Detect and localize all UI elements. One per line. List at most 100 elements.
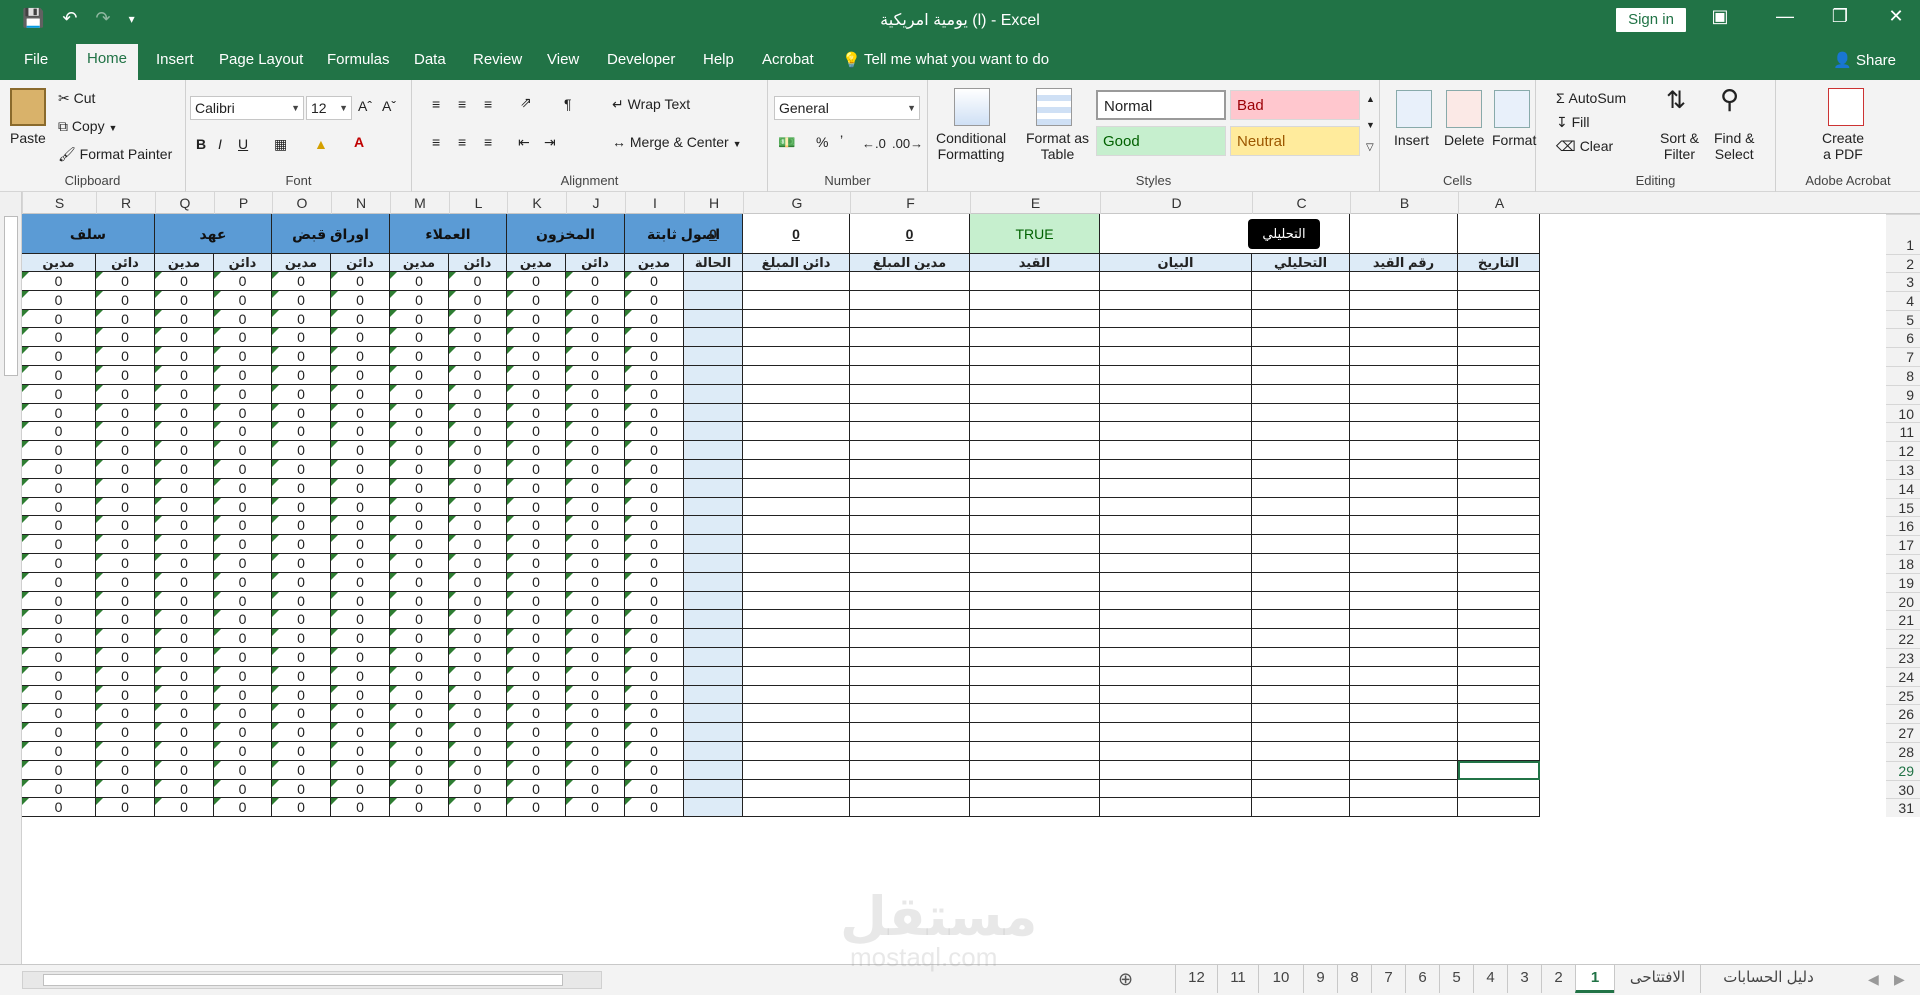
entry-cell[interactable] bbox=[850, 610, 970, 630]
amount-cell[interactable]: 0 bbox=[566, 798, 625, 818]
sheet-tab[interactable]: 2 bbox=[1541, 965, 1575, 993]
entry-cell[interactable] bbox=[1350, 347, 1458, 366]
amount-cell[interactable]: 0 bbox=[390, 666, 449, 686]
sheet-tab[interactable]: 7 bbox=[1371, 965, 1405, 993]
row-header[interactable]: 12 bbox=[1886, 441, 1920, 460]
amount-cell[interactable]: 0 bbox=[22, 685, 96, 705]
amount-cell[interactable]: 0 bbox=[22, 366, 96, 385]
tab-formulas[interactable]: Formulas bbox=[327, 51, 390, 68]
amount-cell[interactable]: 0 bbox=[625, 290, 684, 310]
group-header[interactable]: عهد bbox=[155, 214, 272, 254]
amount-cell[interactable]: 0 bbox=[507, 648, 566, 667]
column-header-I[interactable]: I bbox=[625, 192, 684, 214]
entry-cell[interactable] bbox=[1100, 554, 1252, 573]
amount-cell[interactable]: 0 bbox=[96, 272, 155, 291]
amount-cell[interactable]: 0 bbox=[96, 441, 155, 460]
style-bad[interactable]: Bad bbox=[1230, 90, 1360, 120]
amount-cell[interactable]: 0 bbox=[96, 723, 155, 742]
amount-cell[interactable]: 0 bbox=[155, 309, 214, 329]
amount-cell[interactable]: 0 bbox=[22, 290, 96, 310]
cell-A1[interactable] bbox=[1458, 214, 1540, 254]
amount-cell[interactable]: 0 bbox=[566, 666, 625, 686]
subheader-L[interactable]: دائن bbox=[449, 254, 507, 272]
entry-cell[interactable] bbox=[850, 366, 970, 385]
number-format-select[interactable]: General ▼ bbox=[774, 96, 920, 120]
amount-cell[interactable]: 0 bbox=[566, 309, 625, 329]
entry-cell[interactable] bbox=[970, 384, 1100, 404]
entry-cell[interactable] bbox=[1350, 779, 1458, 799]
entry-cell[interactable] bbox=[1252, 347, 1350, 366]
column-header-G[interactable]: G bbox=[743, 192, 850, 214]
entry-cell[interactable] bbox=[850, 478, 970, 498]
amount-cell[interactable]: 0 bbox=[214, 309, 272, 329]
amount-cell[interactable]: 0 bbox=[331, 535, 390, 554]
amount-cell[interactable]: 0 bbox=[566, 685, 625, 705]
entry-cell[interactable] bbox=[970, 422, 1100, 442]
row-header[interactable]: 5 bbox=[1886, 309, 1920, 329]
entry-cell[interactable] bbox=[1458, 704, 1540, 724]
tab-insert[interactable]: Insert bbox=[156, 51, 194, 68]
column-title-c[interactable]: التحليلي bbox=[1252, 254, 1350, 272]
amount-cell[interactable]: 0 bbox=[155, 535, 214, 554]
entry-cell[interactable] bbox=[1458, 779, 1540, 799]
amount-cell[interactable]: 0 bbox=[155, 460, 214, 479]
amount-cell[interactable]: 0 bbox=[390, 685, 449, 705]
entry-cell[interactable] bbox=[850, 704, 970, 724]
entry-cell[interactable] bbox=[970, 328, 1100, 348]
amount-cell[interactable]: 0 bbox=[331, 742, 390, 761]
entry-cell[interactable] bbox=[1350, 554, 1458, 573]
column-header-O[interactable]: O bbox=[272, 192, 331, 214]
amount-cell[interactable]: 0 bbox=[96, 366, 155, 385]
status-cell[interactable] bbox=[684, 272, 743, 291]
row-header[interactable]: 3 bbox=[1886, 272, 1920, 291]
entry-cell[interactable] bbox=[970, 441, 1100, 460]
cut-button[interactable]: ✂ Cut bbox=[58, 90, 95, 107]
amount-cell[interactable]: 0 bbox=[449, 535, 507, 554]
amount-cell[interactable]: 0 bbox=[214, 535, 272, 554]
amount-cell[interactable]: 0 bbox=[625, 384, 684, 404]
entry-cell[interactable] bbox=[1252, 478, 1350, 498]
amount-cell[interactable]: 0 bbox=[331, 384, 390, 404]
entry-cell[interactable] bbox=[850, 460, 970, 479]
amount-cell[interactable]: 0 bbox=[566, 591, 625, 611]
amount-cell[interactable]: 0 bbox=[96, 629, 155, 648]
entry-cell[interactable] bbox=[1458, 648, 1540, 667]
amount-cell[interactable]: 0 bbox=[507, 366, 566, 385]
amount-cell[interactable]: 0 bbox=[331, 723, 390, 742]
amount-cell[interactable]: 0 bbox=[390, 610, 449, 630]
tab-view[interactable]: View bbox=[547, 51, 579, 68]
amount-cell[interactable]: 0 bbox=[625, 704, 684, 724]
amount-cell[interactable]: 0 bbox=[625, 742, 684, 761]
entry-cell[interactable] bbox=[1458, 497, 1540, 517]
amount-cell[interactable]: 0 bbox=[155, 723, 214, 742]
column-title-f[interactable]: مدين المبلغ bbox=[850, 254, 970, 272]
entry-cell[interactable] bbox=[850, 272, 970, 291]
amount-cell[interactable]: 0 bbox=[96, 516, 155, 536]
entry-cell[interactable] bbox=[1252, 685, 1350, 705]
amount-cell[interactable]: 0 bbox=[272, 441, 331, 460]
entry-cell[interactable] bbox=[743, 366, 850, 385]
amount-cell[interactable]: 0 bbox=[507, 685, 566, 705]
entry-cell[interactable] bbox=[970, 610, 1100, 630]
amount-cell[interactable]: 0 bbox=[96, 760, 155, 780]
entry-cell[interactable] bbox=[1100, 460, 1252, 479]
analytics-cell[interactable]: التحليلي bbox=[1100, 214, 1350, 254]
sheet-tab[interactable]: 1 bbox=[1575, 965, 1614, 993]
amount-cell[interactable]: 0 bbox=[272, 704, 331, 724]
amount-cell[interactable]: 0 bbox=[507, 704, 566, 724]
amount-cell[interactable]: 0 bbox=[272, 478, 331, 498]
amount-cell[interactable]: 0 bbox=[449, 328, 507, 348]
entry-cell[interactable] bbox=[1100, 779, 1252, 799]
tab-developer[interactable]: Developer bbox=[607, 51, 675, 68]
amount-cell[interactable]: 0 bbox=[96, 648, 155, 667]
entry-cell[interactable] bbox=[1100, 290, 1252, 310]
status-cell[interactable] bbox=[684, 666, 743, 686]
entry-cell[interactable] bbox=[970, 742, 1100, 761]
amount-cell[interactable]: 0 bbox=[155, 704, 214, 724]
entry-cell[interactable] bbox=[743, 685, 850, 705]
amount-cell[interactable]: 0 bbox=[22, 723, 96, 742]
amount-cell[interactable]: 0 bbox=[390, 572, 449, 592]
increase-indent-icon[interactable]: ⇥ bbox=[544, 134, 556, 151]
top-align-icon[interactable]: ≡ bbox=[432, 96, 440, 112]
amount-cell[interactable]: 0 bbox=[331, 328, 390, 348]
